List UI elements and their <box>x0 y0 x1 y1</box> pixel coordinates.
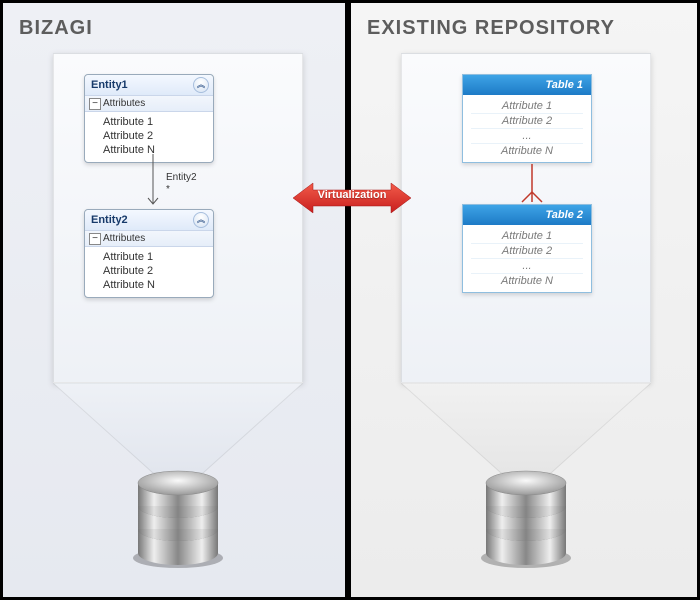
entity1-attr: Attribute 1 <box>103 115 207 129</box>
table1-attr: Attribute N <box>471 143 583 158</box>
bizagi-title: BIZAGI <box>19 17 93 40</box>
entity2-attr: Attribute 2 <box>103 264 207 278</box>
fk-connector-icon <box>517 164 547 204</box>
repository-schema-container: Table 1 Attribute 1 Attribute 2 ... Attr… <box>401 53 651 383</box>
entity2-section: Attributes <box>85 231 213 247</box>
repository-title: EXISTING REPOSITORY <box>367 17 615 40</box>
entity2-attr: Attribute N <box>103 278 207 292</box>
relation-label: Entity2 <box>166 172 197 183</box>
relation-multiplicity: * <box>166 184 170 195</box>
funnel-icon <box>401 383 651 473</box>
table1-attr: Attribute 1 <box>471 99 583 113</box>
table2-attr: Attribute N <box>471 273 583 288</box>
virtualization-connector: Virtualization <box>293 181 411 215</box>
entity1-header: Entity1 ︽ <box>85 75 213 96</box>
diagram-frame: BIZAGI Entity1 ︽ Attributes Attribute 1 … <box>3 3 697 597</box>
table2-attrs: Attribute 1 Attribute 2 ... Attribute N <box>463 225 591 292</box>
chevron-up-icon[interactable]: ︽ <box>193 77 209 93</box>
entity1-section: Attributes <box>85 96 213 112</box>
entity2-box: Entity2 ︽ Attributes Attribute 1 Attribu… <box>84 209 214 298</box>
entity2-header: Entity2 ︽ <box>85 210 213 231</box>
chevron-up-icon[interactable]: ︽ <box>193 212 209 228</box>
table2-attr: Attribute 1 <box>471 229 583 243</box>
bizagi-model-container: Entity1 ︽ Attributes Attribute 1 Attribu… <box>53 53 303 383</box>
entity1-attr: Attribute 2 <box>103 129 207 143</box>
table1-attr: ... <box>471 128 583 143</box>
entity2-name: Entity2 <box>91 214 128 226</box>
entity1-box: Entity1 ︽ Attributes Attribute 1 Attribu… <box>84 74 214 163</box>
entity1-name: Entity1 <box>91 79 128 91</box>
table2-header: Table 2 <box>463 205 591 225</box>
table2-box: Table 2 Attribute 1 Attribute 2 ... Attr… <box>462 204 592 293</box>
repository-panel: EXISTING REPOSITORY Table 1 Attribute 1 … <box>351 3 697 597</box>
table1-header: Table 1 <box>463 75 591 95</box>
virtualization-label: Virtualization <box>293 189 411 201</box>
table1-attr: Attribute 2 <box>471 113 583 128</box>
table2-attr: ... <box>471 258 583 273</box>
database-icon <box>123 463 233 573</box>
table1-attrs: Attribute 1 Attribute 2 ... Attribute N <box>463 95 591 162</box>
funnel-icon <box>53 383 303 473</box>
database-icon <box>471 463 581 573</box>
relation-arrow-icon <box>146 154 160 214</box>
entity2-attr: Attribute 1 <box>103 250 207 264</box>
table2-attr: Attribute 2 <box>471 243 583 258</box>
entity2-attrs: Attribute 1 Attribute 2 Attribute N <box>85 247 213 297</box>
table1-box: Table 1 Attribute 1 Attribute 2 ... Attr… <box>462 74 592 163</box>
bizagi-panel: BIZAGI Entity1 ︽ Attributes Attribute 1 … <box>3 3 348 597</box>
